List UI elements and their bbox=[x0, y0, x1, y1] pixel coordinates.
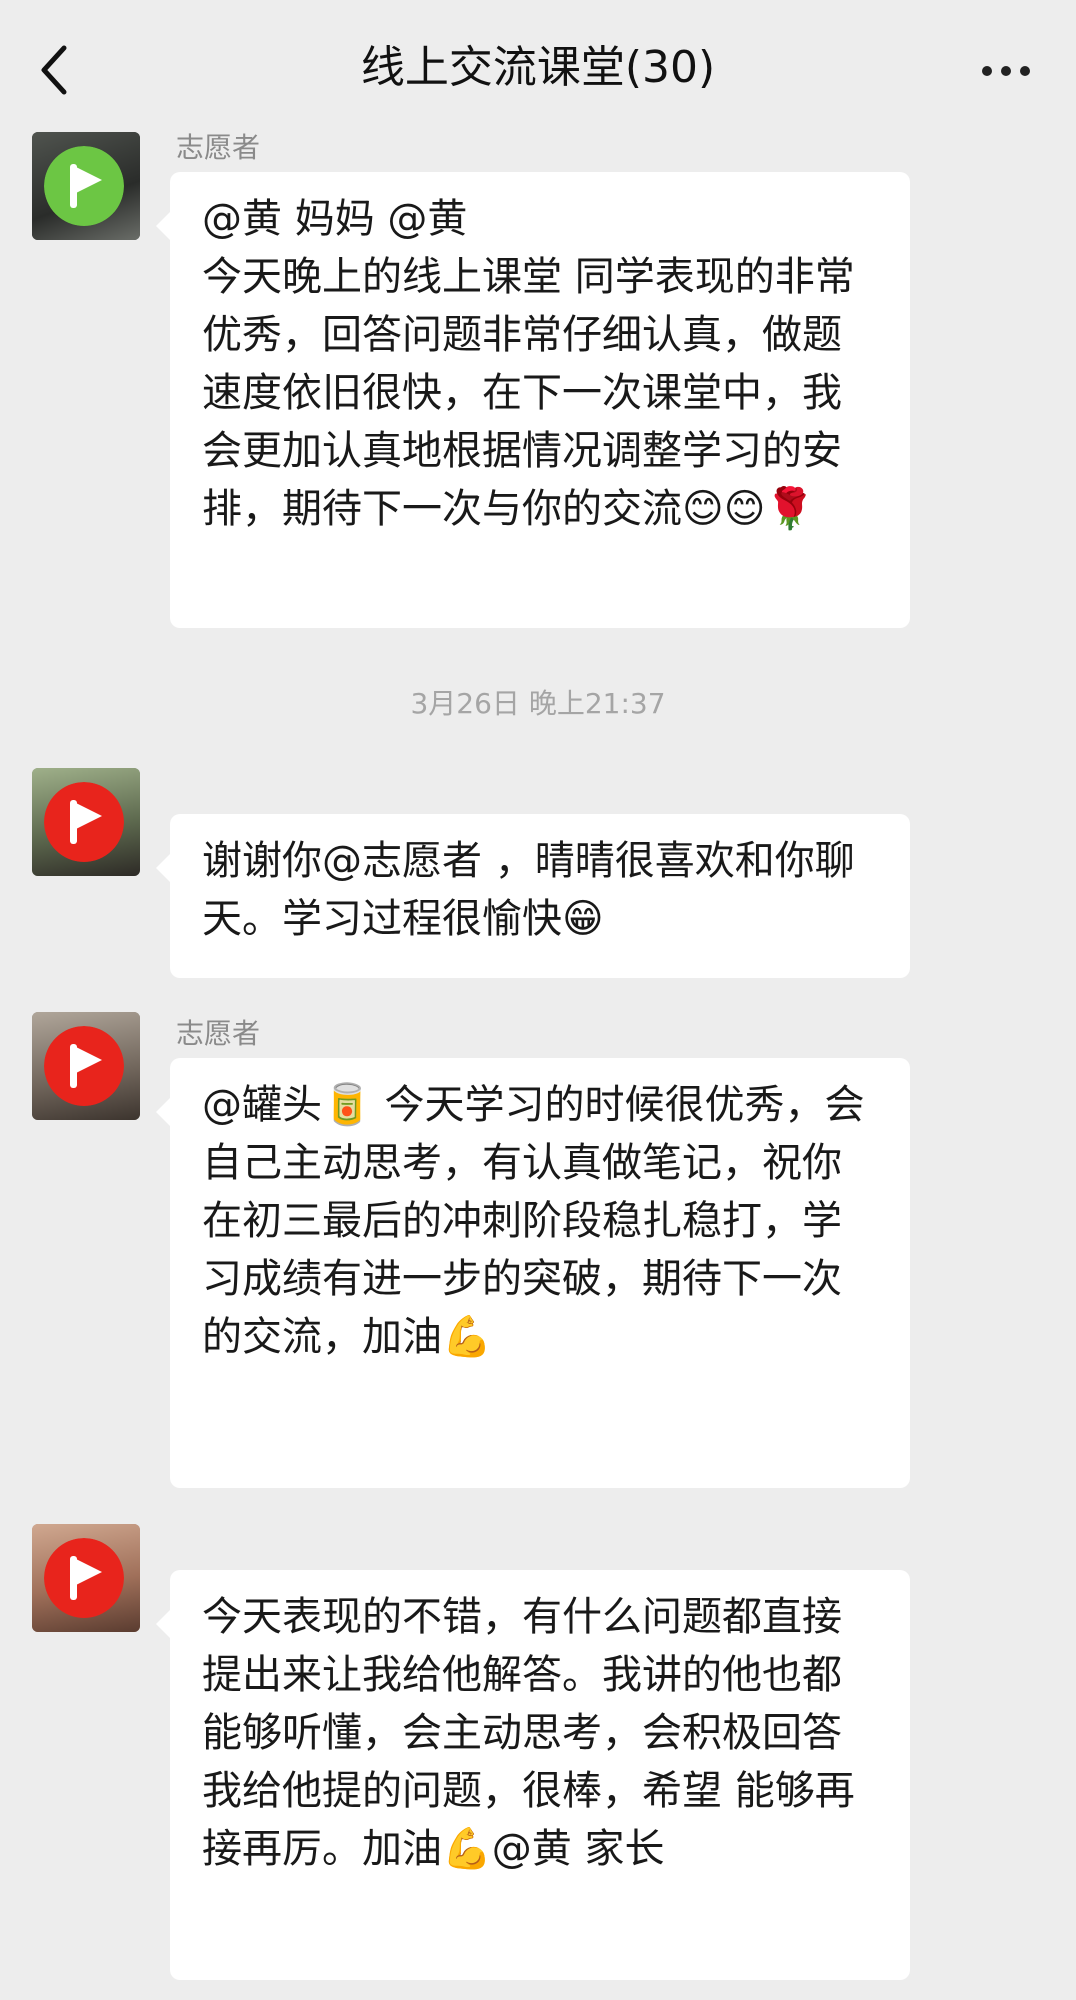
sender-name: 志愿者 bbox=[176, 1017, 261, 1050]
avatar[interactable] bbox=[32, 1524, 140, 1632]
more-dots-icon[interactable] bbox=[976, 50, 1036, 90]
sender-name: 志愿者 bbox=[176, 131, 261, 164]
message-bubble[interactable]: @罐头🥫 今天学习的时候很优秀，会自己主动思考，有认真做笔记，祝你在初三最后的冲… bbox=[156, 1058, 910, 1488]
play-flag-icon bbox=[44, 146, 124, 226]
play-flag-icon bbox=[44, 1538, 124, 1618]
avatar[interactable] bbox=[32, 132, 140, 240]
play-flag-icon bbox=[44, 1026, 124, 1106]
message-bubble[interactable]: 今天表现的不错，有什么问题都直接提出来让我给他解答。我讲的他也都能够听懂，会主动… bbox=[156, 1570, 910, 1980]
message-text: @黄 妈妈 @黄 今天晚上的线上课堂 同学表现的非常优秀，回答问题非常仔细认真，… bbox=[202, 196, 855, 532]
message-bubble[interactable]: 谢谢你@志愿者 ，晴晴很喜欢和你聊天。学习过程很愉快😁 bbox=[156, 814, 910, 978]
avatar[interactable] bbox=[32, 1012, 140, 1120]
timestamp: 3月26日 晚上21:37 bbox=[410, 687, 666, 720]
play-flag-icon bbox=[44, 782, 124, 862]
message-text: @罐头🥫 今天学习的时候很优秀，会自己主动思考，有认真做笔记，祝你在初三最后的冲… bbox=[202, 1082, 865, 1360]
chat-title: 线上交流课堂(30) bbox=[360, 42, 716, 93]
message-text: 谢谢你@志愿者 ，晴晴很喜欢和你聊天。学习过程很愉快😁 bbox=[202, 838, 855, 942]
message-bubble[interactable]: @黄 妈妈 @黄 今天晚上的线上课堂 同学表现的非常优秀，回答问题非常仔细认真，… bbox=[156, 172, 910, 628]
avatar[interactable] bbox=[32, 768, 140, 876]
message-text: 今天表现的不错，有什么问题都直接提出来让我给他解答。我讲的他也都能够听懂，会主动… bbox=[202, 1594, 855, 1872]
chat-header: 线上交流课堂(30) bbox=[0, 0, 1076, 140]
